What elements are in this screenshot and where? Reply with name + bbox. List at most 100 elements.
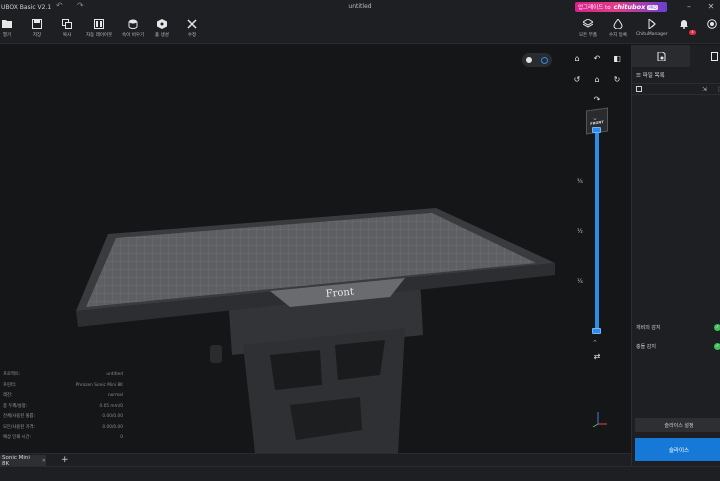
slice-settings-button[interactable]: 슬라이스 설정 xyxy=(635,418,720,432)
all-parts-button[interactable]: 모든 부품 xyxy=(579,18,597,38)
folder-icon xyxy=(2,19,12,29)
repair-label: 수정 xyxy=(187,33,197,38)
file-list-toolbar: ⇲ ⋮ xyxy=(632,83,720,95)
info-row: 모든/사용된 가격: 0.00/0.00 xyxy=(3,424,123,430)
main-toolbar: 열기 저장 복사 자동 레이아웃 속이 비우기 홀 생성 수정 모든 부품 수지… xyxy=(0,14,720,44)
slider-down-chevron-icon[interactable]: ⌃ xyxy=(592,339,598,347)
slider-mark-half: ½ xyxy=(577,228,583,235)
rotate-left-icon[interactable]: ↶ xyxy=(592,54,602,63)
wireframe-view-icon[interactable] xyxy=(540,56,548,64)
undo-icon[interactable]: ↶ xyxy=(56,1,63,10)
import-icon[interactable]: ⇲ xyxy=(702,86,707,93)
promo-brand: chitubox xyxy=(613,3,646,11)
project-info: 프로젝트: untitled 프린터: Phrozen Sonic Mini 8K … xyxy=(3,370,123,444)
printer-tab-label: Sonic Mini 8K xyxy=(2,454,30,467)
check-ok-icon: ✓ xyxy=(714,343,720,350)
account-button[interactable] xyxy=(707,19,717,29)
hollow-button[interactable]: 속이 비우기 xyxy=(122,19,144,38)
notification-button[interactable] xyxy=(679,19,689,29)
top-view-icon[interactable]: ⌂ xyxy=(592,75,602,84)
gap-detect-label: 개비의 감지 xyxy=(636,325,661,331)
layer-slider-top-handle[interactable] xyxy=(592,127,601,133)
user-icon xyxy=(707,19,717,29)
list-menu-icon[interactable]: ⋮ xyxy=(716,86,720,93)
swap-icon[interactable]: ⇄ xyxy=(592,352,602,361)
collision-detect-row: 충돌 감지 ✓ xyxy=(636,343,720,350)
app-window: UBOX Basic V2.1 ↶ ↷ untitled 업그레이드 to ch… xyxy=(0,0,720,481)
promo-text: 업그레이드 to xyxy=(578,5,611,11)
info-row: 층 두께/설정: 0.05 mm/0 xyxy=(3,403,123,409)
info-row: 레진: normal xyxy=(3,393,123,398)
view-mode-toggle[interactable] xyxy=(522,53,552,67)
redo-icon[interactable]: ↷ xyxy=(77,1,84,10)
rotate-cw-icon[interactable]: ↻ xyxy=(612,75,622,84)
layer-slider-track[interactable] xyxy=(595,129,599,333)
home-view-icon[interactable]: ⌂ xyxy=(572,54,582,63)
save-icon xyxy=(32,19,42,29)
close-button[interactable]: ✕ xyxy=(702,0,720,14)
chitumanager-icon xyxy=(647,17,657,31)
file-settings-icon xyxy=(657,51,665,61)
hole-button[interactable]: 홀 생성 xyxy=(155,19,169,38)
all-parts-label: 모든 부품 xyxy=(579,33,597,38)
info-row: 전체/사용된 볼륨: 0.00/0.00 xyxy=(3,414,123,419)
copy-button[interactable]: 복사 xyxy=(62,19,72,38)
axis-gizmo-icon xyxy=(592,412,607,428)
close-tab-icon[interactable]: ✕ xyxy=(42,458,46,464)
slider-mark-three-quarter: ¾ xyxy=(577,178,583,185)
status-bar xyxy=(0,466,720,481)
solid-view-icon[interactable] xyxy=(526,57,533,63)
slice-button[interactable]: 슬라이스 xyxy=(635,438,720,461)
panel-tabs xyxy=(632,45,720,67)
notification-badge: 4 xyxy=(689,30,696,35)
printer-tab-icon xyxy=(711,51,718,61)
hollow-icon xyxy=(128,19,138,29)
hole-label: 홀 생성 xyxy=(155,33,169,38)
save-label: 저장 xyxy=(32,33,42,38)
title-bar: UBOX Basic V2.1 ↶ ↷ untitled 업그레이드 to ch… xyxy=(0,0,720,14)
promo-badge: PRO xyxy=(647,4,658,10)
all-parts-icon xyxy=(582,18,594,29)
copy-label: 복사 xyxy=(62,33,72,38)
right-panel: ☰ 파일 목록 ⇲ ⋮ 개비의 감지 ✓ 충돌 감지 ✓ 슬라이스 설정 슬라이… xyxy=(631,45,720,466)
info-row: 프로젝트: untitled xyxy=(3,372,123,377)
resin-label: 수지 등록 xyxy=(609,33,627,38)
printer-tab-bar: Sonic Mini 8K ✕ + xyxy=(0,453,631,467)
select-all-checkbox[interactable] xyxy=(636,86,642,92)
upgrade-promo-button[interactable]: 업그레이드 to chitubox PRO xyxy=(575,2,667,12)
info-row: 프린터: Phrozen Sonic Mini 8K xyxy=(3,382,123,388)
repair-icon xyxy=(187,19,197,29)
rotate-ccw-icon[interactable]: ↺ xyxy=(572,75,582,84)
chitumanager-button[interactable]: ChituManager xyxy=(636,17,668,37)
check-ok-icon: ✓ xyxy=(714,324,720,331)
app-title: UBOX Basic V2.1 xyxy=(1,3,52,11)
tab-printer[interactable] xyxy=(690,45,720,67)
3d-viewport[interactable]: Front ⌂ ↶ ◧ ↺ ⌂ ↻ FRONT ↷ ⌄ ¾ ½ ¼ ⌃ ⇄ 프로… xyxy=(0,45,631,453)
repair-button[interactable]: 수정 xyxy=(187,19,197,38)
open-label: 열기 xyxy=(2,33,12,38)
resin-button[interactable]: 수지 등록 xyxy=(609,18,627,38)
resin-icon xyxy=(613,18,623,30)
auto-layout-label: 자동 레이아웃 xyxy=(86,33,113,38)
minimize-button[interactable]: – xyxy=(680,0,698,14)
add-printer-tab-button[interactable]: + xyxy=(61,455,69,465)
collision-detect-label: 충돌 감지 xyxy=(636,344,656,350)
auto-layout-button[interactable]: 자동 레이아웃 xyxy=(86,19,112,38)
slider-mark-quarter: ¼ xyxy=(577,278,583,285)
iso-view-icon[interactable]: ◧ xyxy=(612,54,622,63)
save-button[interactable]: 저장 xyxy=(32,19,42,38)
gap-detect-row: 개비의 감지 ✓ xyxy=(636,324,720,331)
tab-file-list[interactable] xyxy=(632,45,690,67)
info-row: 예상 인쇄 시간: 0 xyxy=(3,435,123,440)
rotate-down-icon[interactable]: ↷ xyxy=(592,95,602,104)
copy-icon xyxy=(62,19,72,29)
file-list-title: 파일 목록 xyxy=(642,73,665,79)
printer-tab[interactable]: Sonic Mini 8K ✕ xyxy=(0,454,46,467)
chitumanager-label: ChituManager xyxy=(636,32,668,37)
bell-icon xyxy=(679,19,689,29)
slider-up-chevron-icon[interactable]: ⌄ xyxy=(592,114,598,122)
file-list-header: ☰ 파일 목록 xyxy=(636,73,665,79)
layer-slider-bottom-handle[interactable] xyxy=(592,328,601,334)
open-button[interactable]: 열기 xyxy=(2,19,12,38)
hollow-label: 속이 비우기 xyxy=(122,33,145,38)
